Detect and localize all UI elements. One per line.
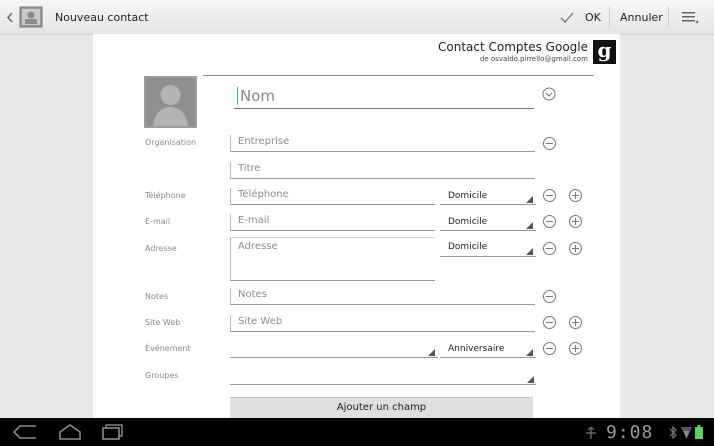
back-nav-icon[interactable] xyxy=(12,424,38,440)
job-title-placeholder: Titre xyxy=(238,163,261,174)
email-label: E-mail xyxy=(145,217,171,226)
phone-label: Téléphone xyxy=(145,191,186,200)
remove-event-icon[interactable] xyxy=(543,342,556,355)
notes-field[interactable]: Notes xyxy=(230,288,535,305)
cancel-button[interactable]: Annuler xyxy=(620,11,663,24)
event-type-select[interactable]: Anniversaire xyxy=(440,341,536,358)
dropdown-arrow-icon xyxy=(526,349,533,356)
organisation-label: Organisation xyxy=(145,138,197,147)
company-field[interactable]: Entreprise xyxy=(230,135,535,152)
phone-placeholder: Téléphone xyxy=(238,189,289,200)
overflow-menu-icon[interactable] xyxy=(682,11,698,24)
recent-apps-icon[interactable] xyxy=(102,424,124,440)
website-label: Site Web xyxy=(145,318,181,327)
job-title-field[interactable]: Titre xyxy=(230,162,535,179)
dropdown-arrow-icon xyxy=(527,376,534,383)
address-placeholder: Adresse xyxy=(238,241,278,252)
address-type-select[interactable]: Domicile xyxy=(440,240,536,257)
account-email: de osvaldo.pirrello@gmail.com xyxy=(479,55,588,63)
dropdown-arrow-icon xyxy=(526,196,533,203)
contacts-app-icon xyxy=(19,6,43,28)
email-type-value: Domicile xyxy=(448,217,488,227)
email-type-select[interactable]: Domicile xyxy=(440,214,536,231)
back-button[interactable] xyxy=(2,4,48,30)
avatar-icon xyxy=(146,78,195,126)
add-website-icon[interactable] xyxy=(569,316,582,329)
remove-address-icon[interactable] xyxy=(543,242,556,255)
address-type-value: Domicile xyxy=(448,242,488,252)
remove-phone-icon[interactable] xyxy=(543,189,556,202)
remove-email-icon[interactable] xyxy=(543,215,556,228)
bluetooth-icon xyxy=(669,426,677,439)
event-type-value: Anniversaire xyxy=(448,344,505,354)
action-bar: Nouveau contact OK Annuler xyxy=(0,0,714,35)
groups-label: Groupes xyxy=(145,371,179,380)
phone-type-value: Domicile xyxy=(448,191,488,201)
add-address-icon[interactable] xyxy=(569,242,582,255)
account-title: Contact Comptes Google xyxy=(438,40,588,54)
remove-website-icon[interactable] xyxy=(543,316,556,329)
add-email-icon[interactable] xyxy=(569,215,582,228)
name-placeholder: Nom xyxy=(240,87,276,105)
page-title: Nouveau contact xyxy=(55,11,149,24)
dropdown-arrow-icon xyxy=(428,349,435,356)
divider xyxy=(668,6,669,28)
event-label: Événement xyxy=(145,344,191,353)
clock: 9:08 xyxy=(606,422,654,443)
notes-label: Notes xyxy=(145,292,169,301)
address-field[interactable]: Adresse xyxy=(230,237,435,281)
battery-icon xyxy=(695,425,703,439)
company-placeholder: Entreprise xyxy=(238,136,290,147)
add-field-label: Ajouter un champ xyxy=(336,402,427,413)
chevron-left-icon xyxy=(6,12,13,23)
dropdown-arrow-icon xyxy=(526,222,533,229)
notes-placeholder: Notes xyxy=(238,289,267,300)
ok-label: OK xyxy=(585,11,601,24)
divider xyxy=(609,6,610,28)
header-divider xyxy=(203,75,594,76)
expand-name-icon[interactable] xyxy=(542,87,556,101)
remove-organisation-icon[interactable] xyxy=(543,137,556,150)
add-event-icon[interactable] xyxy=(569,342,582,355)
email-field[interactable]: E-mail xyxy=(230,214,435,231)
website-placeholder: Site Web xyxy=(238,316,283,327)
usb-icon xyxy=(586,427,596,439)
remove-notes-icon[interactable] xyxy=(543,290,556,303)
wifi-icon xyxy=(681,427,692,439)
home-nav-icon[interactable] xyxy=(58,423,82,441)
system-bar: 9:08 xyxy=(0,418,714,446)
contact-photo[interactable] xyxy=(144,76,197,128)
ok-button[interactable]: OK xyxy=(556,4,604,30)
add-phone-icon[interactable] xyxy=(569,189,582,202)
checkmark-icon xyxy=(560,12,574,23)
event-date-select[interactable] xyxy=(230,341,438,358)
website-field[interactable]: Site Web xyxy=(230,315,535,332)
phone-field[interactable]: Téléphone xyxy=(230,188,435,205)
name-field[interactable]: Nom xyxy=(234,84,534,109)
google-logo-icon: g xyxy=(593,40,616,64)
email-placeholder: E-mail xyxy=(238,215,270,226)
phone-type-select[interactable]: Domicile xyxy=(440,188,536,205)
text-cursor xyxy=(237,87,238,105)
add-field-button[interactable]: Ajouter un champ xyxy=(230,397,533,419)
address-label: Adresse xyxy=(145,244,177,253)
google-logo-letter: g xyxy=(597,38,612,62)
groups-select[interactable] xyxy=(230,368,536,385)
dropdown-arrow-icon xyxy=(526,248,533,255)
